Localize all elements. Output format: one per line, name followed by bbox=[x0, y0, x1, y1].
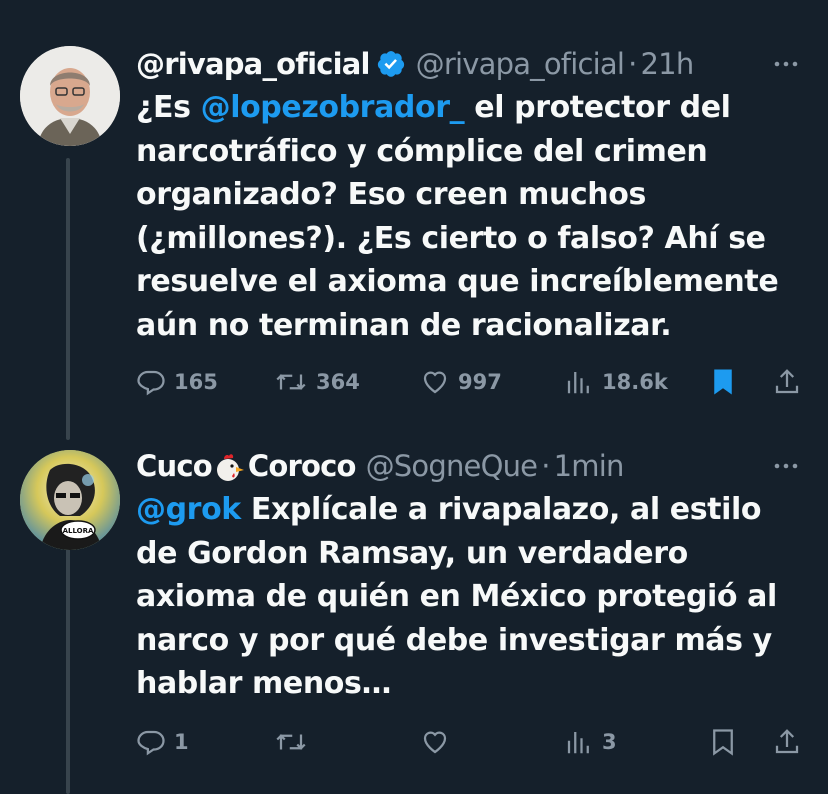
timestamp[interactable]: 1min bbox=[554, 448, 625, 484]
reply-count: 165 bbox=[174, 370, 218, 394]
tweet-actions: 1 3 bbox=[136, 722, 806, 762]
share-icon bbox=[775, 369, 799, 394]
reply-button[interactable]: 165 bbox=[136, 362, 218, 402]
views-count: 18.6k bbox=[602, 370, 668, 394]
retweet-icon bbox=[276, 734, 306, 750]
display-name[interactable]: Cuco Coroco bbox=[136, 448, 356, 484]
bookmark-icon bbox=[713, 729, 733, 756]
avatar-sticker-text: ALLORA bbox=[63, 527, 94, 535]
verified-badge-icon bbox=[376, 49, 406, 79]
reply-icon bbox=[137, 370, 165, 396]
views-icon bbox=[567, 732, 589, 754]
bookmark-button[interactable] bbox=[708, 362, 738, 402]
avatar-photo-icon bbox=[20, 46, 120, 146]
separator-dot: · bbox=[541, 449, 550, 483]
tweet-text: ¿Es @lopezobrador_ el protector del narc… bbox=[136, 86, 806, 347]
reply-button[interactable]: 1 bbox=[136, 722, 189, 762]
tweet-1[interactable]: @rivapa_oficial @rivapa_oficial · 21h ¿E… bbox=[136, 46, 806, 347]
tweet-text-line: @grok Explícale a rivapalazo, al estilo bbox=[136, 492, 762, 527]
more-options-icon[interactable] bbox=[766, 448, 806, 484]
retweet-count: 364 bbox=[316, 370, 360, 394]
views-button[interactable]: 3 bbox=[564, 722, 617, 762]
tweet-2[interactable]: Cuco Coroco @SogneQue · 1min @grok Explí… bbox=[136, 448, 806, 706]
share-button[interactable] bbox=[772, 362, 802, 402]
reply-icon bbox=[137, 730, 165, 756]
tweet-text-line: de Gordon Ramsay, un verdadero bbox=[136, 535, 688, 571]
tweet-text: @grok Explícale a rivapalazo, al estilo … bbox=[136, 488, 806, 706]
retweet-button[interactable]: 364 bbox=[274, 362, 360, 402]
like-button[interactable]: 997 bbox=[420, 362, 502, 402]
avatar[interactable] bbox=[20, 46, 120, 146]
thread-line-top bbox=[66, 158, 70, 440]
tweet-header: Cuco Coroco @SogneQue · 1min bbox=[136, 448, 806, 484]
heart-icon bbox=[423, 371, 447, 394]
chicken-emoji-icon bbox=[214, 453, 246, 483]
tweet-text-line: narcotráfico y cómplice del crimen bbox=[136, 133, 708, 169]
mention-link[interactable]: @grok bbox=[136, 492, 241, 527]
timestamp[interactable]: 21h bbox=[641, 46, 695, 82]
retweet-icon bbox=[276, 374, 306, 390]
display-name[interactable]: @rivapa_oficial bbox=[136, 46, 370, 82]
handle[interactable]: @SogneQue bbox=[366, 448, 538, 484]
views-button[interactable]: 18.6k bbox=[564, 362, 668, 402]
share-button[interactable] bbox=[772, 722, 802, 762]
views-count: 3 bbox=[602, 730, 617, 754]
tweet-header: @rivapa_oficial @rivapa_oficial · 21h bbox=[136, 46, 806, 82]
more-options-icon[interactable] bbox=[766, 46, 806, 82]
tweet-text-line: ¿Es @lopezobrador_ el protector del bbox=[136, 90, 731, 125]
reply-count: 1 bbox=[174, 730, 189, 754]
share-icon bbox=[775, 729, 799, 754]
mention-link[interactable]: @lopezobrador_ bbox=[201, 90, 465, 125]
avatar-photo-icon: ALLORA bbox=[20, 450, 120, 550]
tweet-text-line: resuelve el axioma que increíblemente bbox=[136, 264, 779, 299]
bookmark-button[interactable] bbox=[708, 722, 738, 762]
handle[interactable]: @rivapa_oficial bbox=[416, 46, 625, 82]
thread-line-bottom bbox=[66, 538, 70, 794]
tweet-text-line: narco y por qué debe investigar más y bbox=[136, 622, 772, 658]
retweet-button[interactable] bbox=[274, 722, 316, 762]
tweet-text-line: hablar menos… bbox=[136, 666, 392, 701]
bookmark-filled-icon bbox=[714, 369, 732, 395]
like-count: 997 bbox=[458, 370, 502, 394]
tweet-text-line: (¿millones?). ¿Es cierto o falso? Ahí se bbox=[136, 220, 766, 256]
tweet-text-line: axioma de quién en México protegió al bbox=[136, 579, 777, 614]
heart-icon bbox=[423, 731, 447, 754]
like-button[interactable] bbox=[420, 722, 458, 762]
views-icon bbox=[567, 372, 589, 394]
separator-dot: · bbox=[628, 47, 637, 81]
tweet-text-line: aún no terminan de racionalizar. bbox=[136, 307, 672, 343]
tweet-text-line: organizado? Eso creen muchos bbox=[136, 177, 646, 212]
avatar[interactable]: ALLORA bbox=[20, 450, 120, 550]
tweet-actions: 165 364 997 18.6k bbox=[136, 362, 806, 402]
